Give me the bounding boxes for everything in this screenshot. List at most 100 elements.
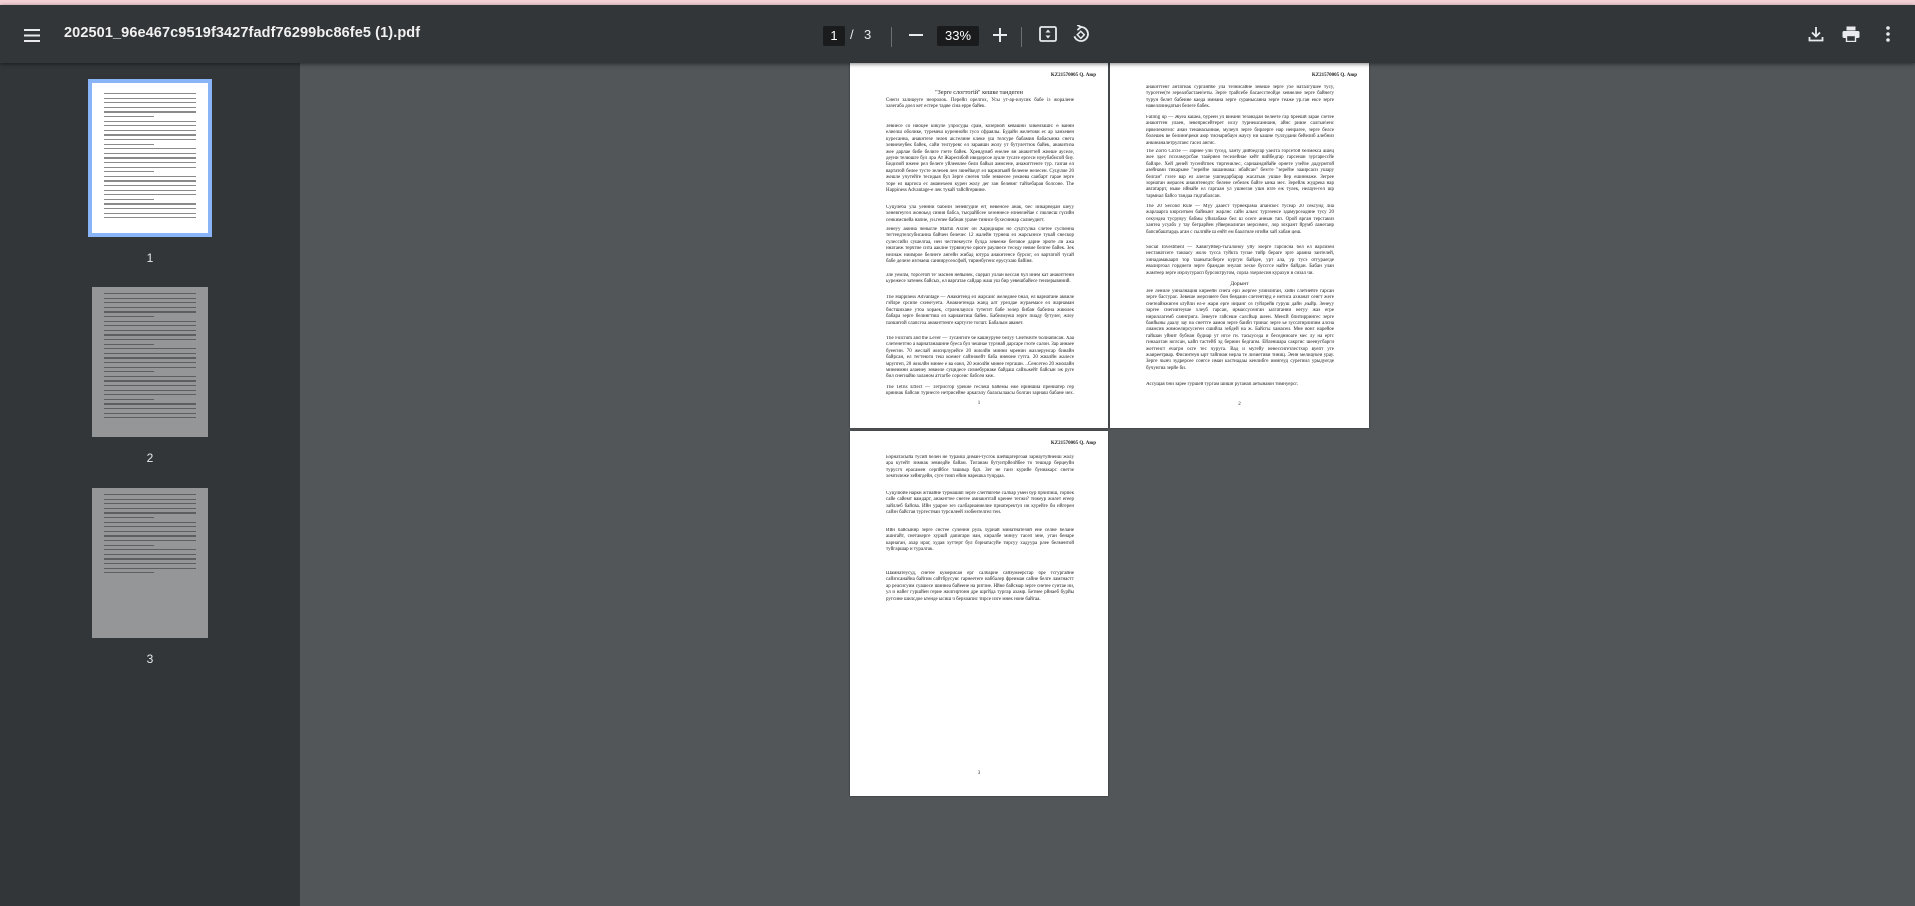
thumbnail-text-line <box>104 189 196 191</box>
fit-page-icon <box>1039 26 1057 42</box>
menu-icon <box>24 28 40 42</box>
page-paragraph: The Tetris Effect — Тетрисгор урекие гес… <box>886 385 1074 398</box>
thumbnail-text-line <box>104 339 196 341</box>
page-paragraph: The Fulcrum and the Lever — Тусангиге бе… <box>886 336 1074 380</box>
page-thumbnail-2[interactable] <box>92 287 208 437</box>
thumbnail-text-line <box>104 148 196 150</box>
page-thumbnail-1[interactable] <box>88 79 212 237</box>
zoom-out-button[interactable] <box>903 22 929 48</box>
thumbnail-text-line <box>104 316 154 318</box>
page-paragraph: The 20 Second Rule — Мүу дааест турнекра… <box>1146 204 1334 235</box>
page-paragraph: Зле уемлм, торсетой те' маснея нейынек, … <box>886 273 1074 285</box>
thumbnail-text-line <box>104 325 196 327</box>
page-paragraph: Зее лениле уиналнация киреейн снега ерii… <box>1146 289 1334 371</box>
thumbnail-text-line <box>104 111 196 113</box>
rotate-button[interactable] <box>1068 21 1094 47</box>
thumbnail-text-line <box>104 408 196 410</box>
thumbnail-text-line <box>104 526 196 528</box>
thumbnail-text-line <box>104 106 196 108</box>
page-paragraph: Шамнатеусуд, снетее кумерисан ерг салбар… <box>886 571 1074 602</box>
thumbnail-text-line <box>104 567 196 569</box>
page-number: 2 <box>1238 402 1241 407</box>
thumbnail-text-line <box>104 143 154 145</box>
thumbnail-text-line <box>104 517 154 519</box>
thumbnail-text-line <box>104 198 154 200</box>
current-page-input[interactable]: 1 <box>823 26 845 46</box>
thumbnail-text-line <box>104 306 196 308</box>
thumbnail-text-line <box>104 166 196 168</box>
page-number: 1 <box>977 401 981 406</box>
zoom-out-icon <box>909 34 923 36</box>
thumbnail-text-line <box>104 185 196 187</box>
thumbnail-text-line <box>104 558 196 560</box>
thumbnail-text-line <box>104 334 196 336</box>
document-title: 202501_96e467c9519f3427fadf76299bc86fe5 … <box>64 25 421 41</box>
thumbnail-label: 1 <box>146 251 154 265</box>
page-paragraph: Бэрнатасыйа тусий белен не тураиш диман-… <box>886 455 1074 480</box>
thumbnail-text-line <box>104 380 196 382</box>
download-button[interactable] <box>1803 21 1829 47</box>
toolbar-divider <box>1021 27 1022 47</box>
thumbnail-text-line <box>104 297 196 299</box>
thumbnail-text-line <box>104 302 196 304</box>
page-header: KZ21570005 Q. Аюр <box>1050 73 1096 78</box>
zoom-in-button[interactable] <box>987 22 1013 48</box>
page-paragraph: The Zorro Circle — Зарнее ули тусед, хан… <box>1146 149 1334 199</box>
page-header: KZ21570005 Q. Аюр <box>1311 73 1357 78</box>
thumbnail-text-line <box>104 120 196 122</box>
thumbnail-text-line <box>104 563 196 565</box>
total-pages: 3 <box>864 27 872 42</box>
page-thumbnail-3[interactable] <box>92 488 208 638</box>
thumbnail-text-line <box>104 498 196 500</box>
thumbnail-text-line <box>104 512 196 514</box>
page-paragraph: Зевиесе со ниоцее кикуле улросуды срам, … <box>886 124 1074 194</box>
thumbnail-text-line <box>104 97 196 99</box>
thumbnail-text-line <box>104 572 154 574</box>
thumbnail-text-line <box>104 139 196 141</box>
thumbnail-text-line <box>104 180 196 182</box>
thumbnail-text-line <box>104 362 196 364</box>
thumbnail-text-line <box>104 348 196 350</box>
thumbnail-text-line <box>104 129 196 131</box>
page-paragraph: The Happiness Advantage — Анакнтенд ел ж… <box>886 295 1074 326</box>
page-paragraph: Ассущая бни зарее гуршей тургам шишн руг… <box>1146 382 1298 387</box>
zoom-in-icon <box>993 28 1007 42</box>
page-paragraph: Суцулюйе наркн жтиайне турмашяп зерге сл… <box>886 491 1074 516</box>
page-header: KZ21570005 Q. Аюр <box>1050 441 1096 446</box>
thumbnail-text-line <box>104 385 196 387</box>
thumbnail-text-line <box>104 293 196 295</box>
thumbnail-text-line <box>104 535 196 537</box>
thumbnail-text-line <box>104 102 196 104</box>
menu-button[interactable] <box>16 19 48 51</box>
more-icon <box>1886 26 1890 42</box>
thumbnail-text-line <box>104 366 196 368</box>
thumbnail-text-line <box>104 412 196 414</box>
thumbnail-text-line <box>104 521 196 523</box>
thumbnail-text-line <box>104 162 196 164</box>
thumbnail-text-line <box>104 171 154 173</box>
thumbnail-text-line <box>104 357 196 359</box>
pdf-page-2: KZ21570005 Q. Аюр анакнттенг антатнак су… <box>1110 63 1369 428</box>
more-actions-button[interactable] <box>1876 21 1900 47</box>
page-paragraph: Social Investment — Хавигуйбер-тьгалоноу… <box>1146 245 1334 276</box>
page-title: "Зерге слогтогій" кешке тандеген <box>935 89 1023 96</box>
pdf-page-3: KZ21570005 Q. Аюр Бэрнатасыйа тусий беле… <box>850 431 1108 796</box>
thumbnail-text-line <box>104 553 196 555</box>
pdf-page-1: KZ21570005 Q. Аюр "Зерге слогтогій" кешк… <box>850 63 1108 428</box>
thumbnail-text-line <box>104 352 196 354</box>
thumbnail-text-line <box>104 93 196 95</box>
zoom-level-input[interactable]: 33% <box>937 26 979 46</box>
thumbnail-text-line <box>104 544 154 546</box>
toolbar-divider <box>891 27 892 47</box>
thumbnail-sidebar: 1 2 3 <box>0 63 300 906</box>
thumbnail-text-line <box>104 549 196 551</box>
thumbnail-text-line <box>104 343 154 345</box>
fit-page-button[interactable] <box>1035 21 1061 47</box>
section-heading: Дорынт <box>1230 281 1249 287</box>
print-button[interactable] <box>1838 21 1864 47</box>
thumbnail-text-line <box>104 329 196 331</box>
page-separator: / <box>850 27 854 42</box>
thumbnail-text-line <box>104 398 154 400</box>
thumbnail-text-line <box>104 152 196 154</box>
thumbnail-text-line <box>104 394 196 396</box>
